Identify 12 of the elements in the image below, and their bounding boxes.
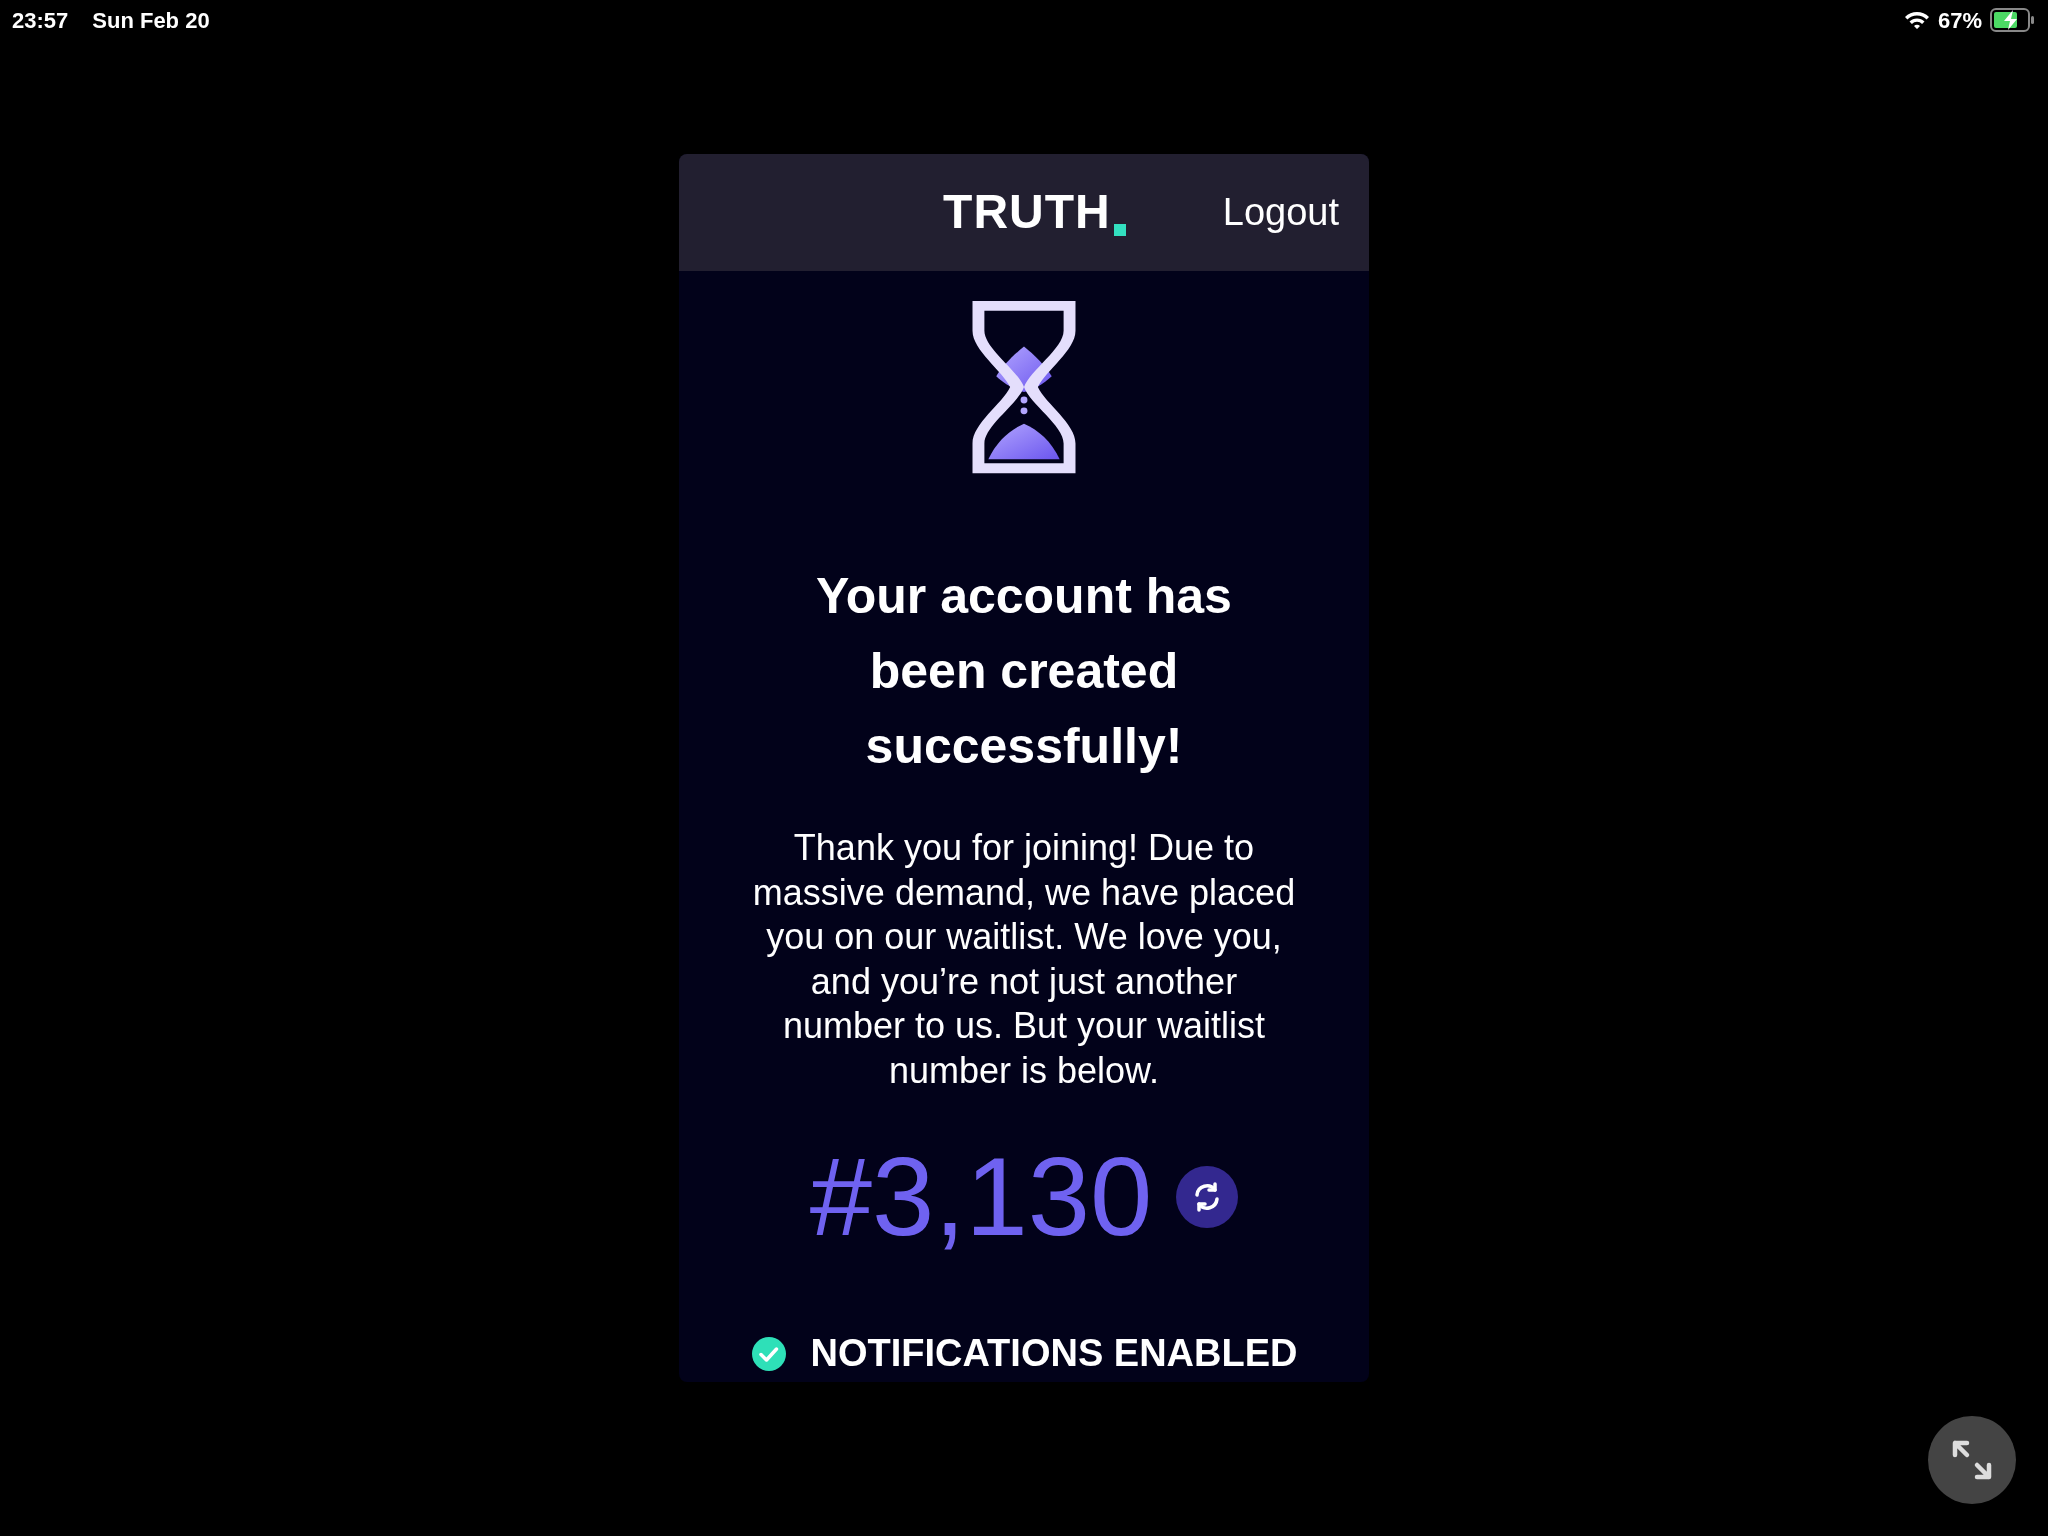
truth-logo: TRUTH <box>943 188 1126 237</box>
status-date: Sun Feb 20 <box>92 6 210 35</box>
battery-percent: 67% <box>1937 6 1982 35</box>
logout-link[interactable]: Logout <box>1222 183 1339 241</box>
success-heading: Your account has been created successfully! <box>815 567 1233 776</box>
expand-arrows-icon <box>1950 1438 1994 1482</box>
waitlist-message: Thank you for joining! Due to massive demand, we have placed you on our waitlist. We love you, and you’re not just another number to us. But your waitlist number is below. <box>751 826 1297 1093</box>
battery-icon <box>1990 8 2036 32</box>
waitlist-number: #3,130 <box>809 1141 1153 1253</box>
notifications-status: NOTIFICATIONS ENABLED <box>810 1331 1298 1376</box>
status-time: 23:57 <box>12 6 69 35</box>
wifi-icon <box>1903 10 1930 30</box>
